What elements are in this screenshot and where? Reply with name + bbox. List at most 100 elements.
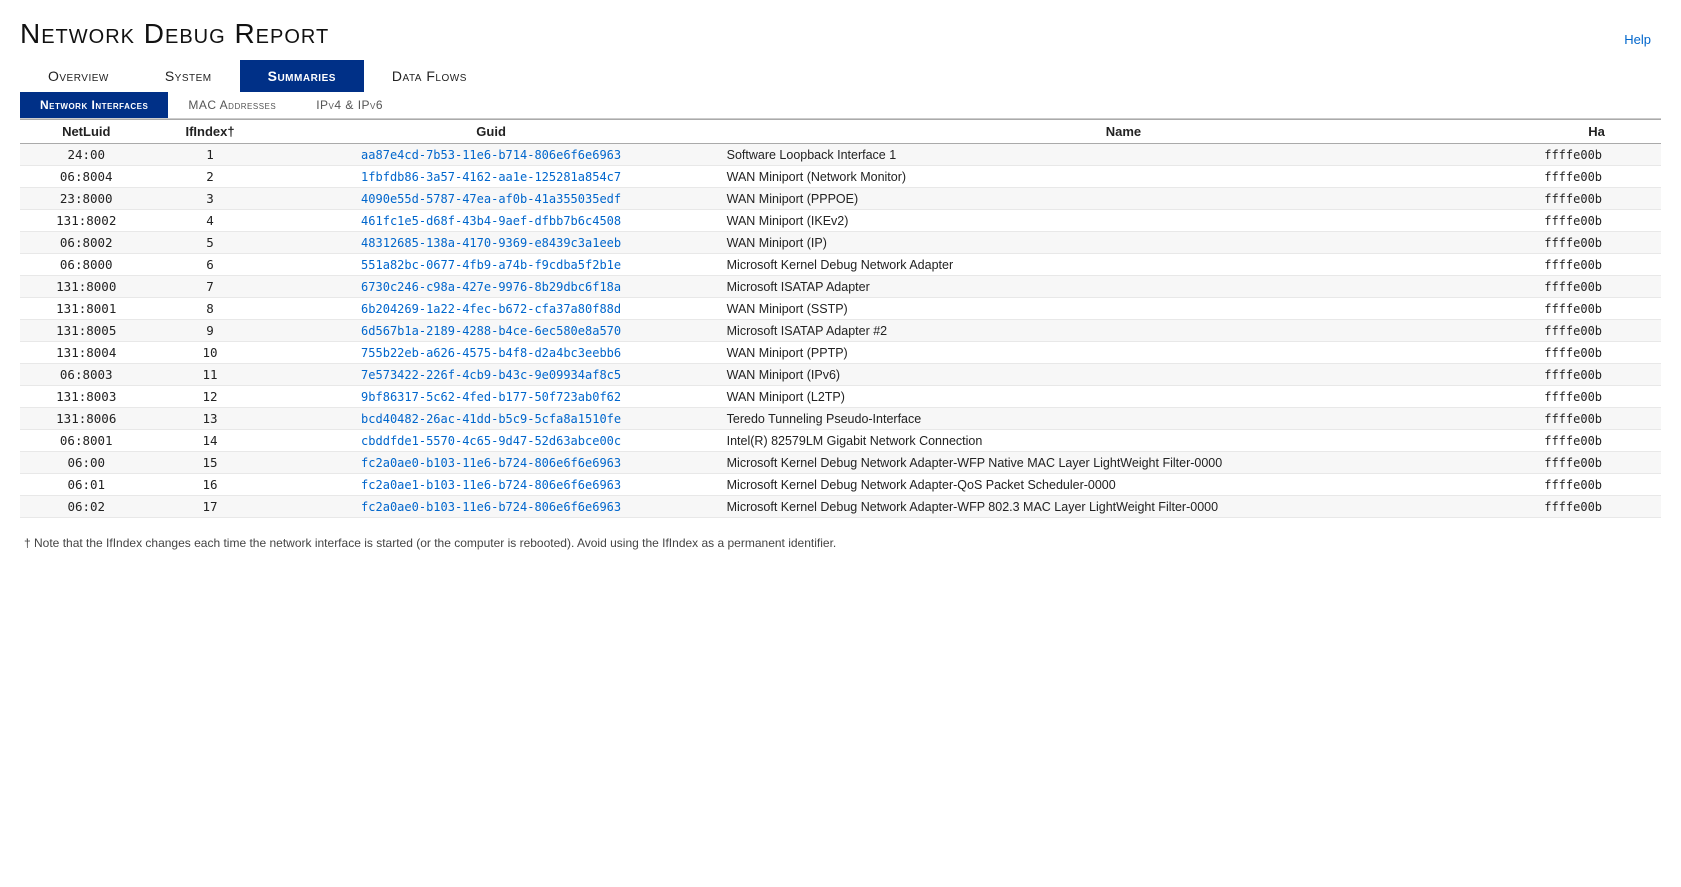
cell-name: Intel(R) 82579LM Gigabit Network Connect… (715, 430, 1533, 452)
cell-ifindex: 6 (153, 254, 268, 276)
cell-ifindex: 12 (153, 386, 268, 408)
cell-ifindex: 2 (153, 166, 268, 188)
network-interfaces-table: NetLuid IfIndex† Guid Name Ha 24:001aa87… (20, 119, 1661, 518)
cell-ha: ffffe00b (1532, 232, 1661, 254)
cell-netluid: 131:8004 (20, 342, 153, 364)
table-header-row: NetLuid IfIndex† Guid Name Ha (20, 120, 1661, 144)
cell-netluid: 24:00 (20, 144, 153, 166)
cell-ha: ffffe00b (1532, 276, 1661, 298)
footnote: † Note that the IfIndex changes each tim… (20, 536, 1661, 550)
cell-ifindex: 1 (153, 144, 268, 166)
table-row: 06:800114cbddfde1-5570-4c65-9d47-52d63ab… (20, 430, 1661, 452)
cell-ha: ffffe00b (1532, 386, 1661, 408)
col-name: Name (715, 120, 1533, 144)
sub-tabs: Network Interfaces MAC Addresses IPv4 & … (20, 92, 1661, 119)
cell-netluid: 131:8000 (20, 276, 153, 298)
tab-overview[interactable]: Overview (20, 60, 137, 92)
col-ha: Ha (1532, 120, 1661, 144)
cell-netluid: 23:8000 (20, 188, 153, 210)
cell-ifindex: 16 (153, 474, 268, 496)
cell-netluid: 06:01 (20, 474, 153, 496)
cell-ifindex: 13 (153, 408, 268, 430)
cell-netluid: 06:8002 (20, 232, 153, 254)
cell-ifindex: 17 (153, 496, 268, 518)
table-row: 131:80024461fc1e5-d68f-43b4-9aef-dfbb7b6… (20, 210, 1661, 232)
page-title: Network Debug Report (20, 18, 329, 50)
cell-ha: ffffe00b (1532, 320, 1661, 342)
table-row: 06:0217fc2a0ae0-b103-11e6-b724-806e6f6e6… (20, 496, 1661, 518)
cell-ifindex: 11 (153, 364, 268, 386)
tab-summaries[interactable]: Summaries (240, 60, 364, 92)
tab-dataflows[interactable]: Data Flows (364, 60, 495, 92)
cell-name: Microsoft Kernel Debug Network Adapter-W… (715, 452, 1533, 474)
cell-guid: fc2a0ae0-b103-11e6-b724-806e6f6e6963 (268, 496, 715, 518)
cell-guid: cbddfde1-5570-4c65-9d47-52d63abce00c (268, 430, 715, 452)
table-row: 06:0116fc2a0ae1-b103-11e6-b724-806e6f6e6… (20, 474, 1661, 496)
cell-guid: fc2a0ae1-b103-11e6-b724-806e6f6e6963 (268, 474, 715, 496)
cell-ha: ffffe00b (1532, 496, 1661, 518)
cell-ha: ffffe00b (1532, 298, 1661, 320)
cell-name: WAN Miniport (IKEv2) (715, 210, 1533, 232)
cell-ifindex: 10 (153, 342, 268, 364)
cell-name: Software Loopback Interface 1 (715, 144, 1533, 166)
cell-netluid: 06:8003 (20, 364, 153, 386)
cell-guid: 9bf86317-5c62-4fed-b177-50f723ab0f62 (268, 386, 715, 408)
cell-ha: ffffe00b (1532, 452, 1661, 474)
cell-netluid: 06:8001 (20, 430, 153, 452)
cell-ifindex: 4 (153, 210, 268, 232)
cell-name: WAN Miniport (SSTP) (715, 298, 1533, 320)
help-link[interactable]: Help (1624, 32, 1661, 47)
tab-system[interactable]: System (137, 60, 240, 92)
table-row: 06:8002548312685-138a-4170-9369-e8439c3a… (20, 232, 1661, 254)
cell-guid: bcd40482-26ac-41dd-b5c9-5cfa8a1510fe (268, 408, 715, 430)
cell-guid: 6d567b1a-2189-4288-b4ce-6ec580e8a570 (268, 320, 715, 342)
cell-guid: 48312685-138a-4170-9369-e8439c3a1eeb (268, 232, 715, 254)
cell-netluid: 131:8001 (20, 298, 153, 320)
cell-netluid: 06:8004 (20, 166, 153, 188)
table-row: 06:80006551a82bc-0677-4fb9-a74b-f9cdba5f… (20, 254, 1661, 276)
cell-name: WAN Miniport (Network Monitor) (715, 166, 1533, 188)
cell-name: WAN Miniport (IP) (715, 232, 1533, 254)
cell-ha: ffffe00b (1532, 144, 1661, 166)
cell-ha: ffffe00b (1532, 430, 1661, 452)
cell-ha: ffffe00b (1532, 474, 1661, 496)
cell-ha: ffffe00b (1532, 254, 1661, 276)
cell-netluid: 06:02 (20, 496, 153, 518)
cell-guid: 4090e55d-5787-47ea-af0b-41a355035edf (268, 188, 715, 210)
cell-netluid: 131:8006 (20, 408, 153, 430)
cell-guid: 6b204269-1a22-4fec-b672-cfa37a80f88d (268, 298, 715, 320)
subtab-ipv4-ipv6[interactable]: IPv4 & IPv6 (296, 92, 403, 118)
cell-name: WAN Miniport (L2TP) (715, 386, 1533, 408)
cell-name: WAN Miniport (IPv6) (715, 364, 1533, 386)
cell-netluid: 06:8000 (20, 254, 153, 276)
subtab-network-interfaces[interactable]: Network Interfaces (20, 92, 168, 118)
cell-ha: ffffe00b (1532, 408, 1661, 430)
table-row: 06:0015fc2a0ae0-b103-11e6-b724-806e6f6e6… (20, 452, 1661, 474)
cell-name: WAN Miniport (PPTP) (715, 342, 1533, 364)
main-nav-row: Network Debug Report Help (20, 18, 1661, 60)
table-row: 23:800034090e55d-5787-47ea-af0b-41a35503… (20, 188, 1661, 210)
page: Network Debug Report Help Overview Syste… (0, 0, 1681, 887)
table-wrapper: NetLuid IfIndex† Guid Name Ha 24:001aa87… (20, 119, 1661, 518)
cell-guid: aa87e4cd-7b53-11e6-b714-806e6f6e6963 (268, 144, 715, 166)
table-row: 131:800186b204269-1a22-4fec-b672-cfa37a8… (20, 298, 1661, 320)
cell-name: Teredo Tunneling Pseudo-Interface (715, 408, 1533, 430)
cell-netluid: 06:00 (20, 452, 153, 474)
table-row: 131:800613bcd40482-26ac-41dd-b5c9-5cfa8a… (20, 408, 1661, 430)
cell-guid: 1fbfdb86-3a57-4162-aa1e-125281a854c7 (268, 166, 715, 188)
table-row: 131:800410755b22eb-a626-4575-b4f8-d2a4bc… (20, 342, 1661, 364)
cell-ifindex: 7 (153, 276, 268, 298)
cell-name: WAN Miniport (PPPOE) (715, 188, 1533, 210)
cell-netluid: 131:8002 (20, 210, 153, 232)
table-row: 06:800421fbfdb86-3a57-4162-aa1e-125281a8… (20, 166, 1661, 188)
col-ifindex: IfIndex† (153, 120, 268, 144)
col-guid: Guid (268, 120, 715, 144)
cell-ifindex: 5 (153, 232, 268, 254)
cell-ifindex: 8 (153, 298, 268, 320)
table-row: 06:8003117e573422-226f-4cb9-b43c-9e09934… (20, 364, 1661, 386)
cell-ha: ffffe00b (1532, 188, 1661, 210)
cell-guid: fc2a0ae0-b103-11e6-b724-806e6f6e6963 (268, 452, 715, 474)
col-netluid: NetLuid (20, 120, 153, 144)
subtab-mac-addresses[interactable]: MAC Addresses (168, 92, 296, 118)
cell-ifindex: 9 (153, 320, 268, 342)
